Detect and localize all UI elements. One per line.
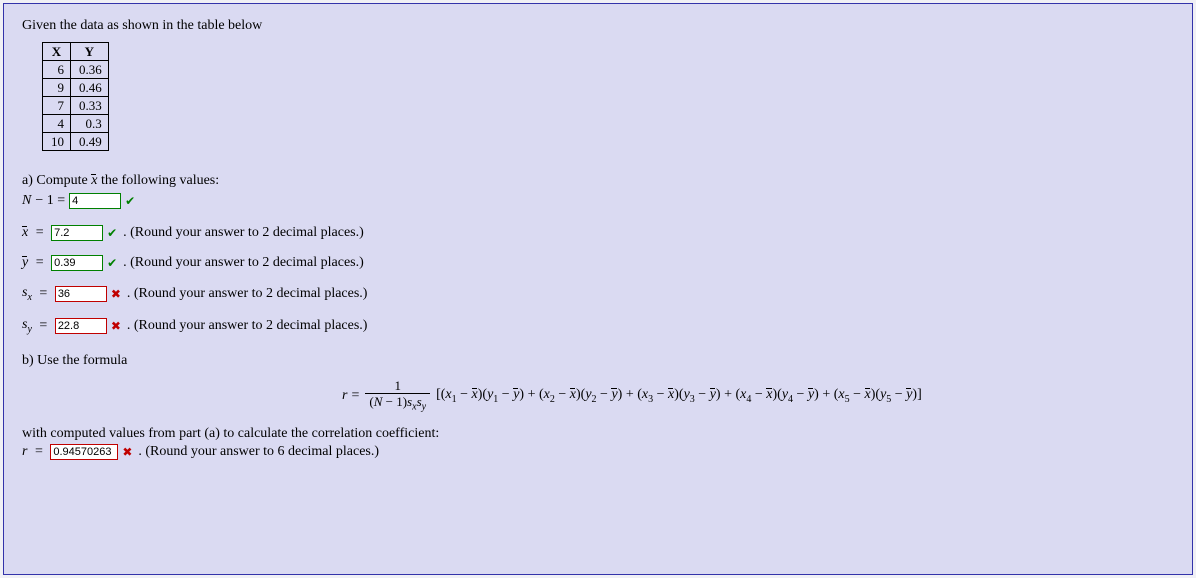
input-ybar[interactable] [51,255,103,271]
formula-fraction: 1 (N − 1)sxsy [365,379,430,413]
formula-num: 1 [390,379,405,393]
row-ybar: y = ✔ . (Round your answer to 2 decimal … [22,255,1174,271]
row-xbar: x = ✔ . (Round your answer to 2 decimal … [22,225,1174,241]
label-sx: sx [22,285,32,303]
input-sy[interactable] [55,318,107,334]
table-cell-x: 4 [43,115,71,133]
label-ybar: y [22,255,28,271]
part-b-postformula: with computed values from part (a) to ca… [22,426,1174,442]
formula-bracket: [(x1 − x)(y1 − y) + (x2 − x)(y2 − y) + (… [436,387,922,405]
table-cell-x: 6 [43,61,71,79]
check-icon: ✔ [107,227,119,239]
intro-text: Given the data as shown in the table bel… [22,18,1174,34]
table-cell-y: 0.36 [71,61,109,79]
formula: r = 1 (N − 1)sxsy [(x1 − x)(y1 − y) + (x… [22,379,1174,413]
row-sy: sy = ✖ . (Round your answer to 2 decimal… [22,317,1174,335]
hint-sy: . (Round your answer to 2 decimal places… [127,318,368,334]
cross-icon: ✖ [111,320,123,332]
part-a-prompt: a) Compute x the following values: [22,173,1174,189]
label-N: N [22,193,31,209]
formula-r: r [342,388,347,404]
table-cell-x: 9 [43,79,71,97]
label-minus1eq: − 1 = [35,193,65,209]
check-icon: ✔ [107,257,119,269]
col-header-y: Y [71,43,109,61]
label-xbar: x [22,225,28,241]
table-cell-y: 0.46 [71,79,109,97]
table-cell-x: 7 [43,97,71,115]
row-sx: sx = ✖ . (Round your answer to 2 decimal… [22,285,1174,303]
part-a-prefix: a) Compute [22,173,91,188]
xbar-symbol: x [91,173,97,189]
hint-xbar: . (Round your answer to 2 decimal places… [123,225,364,241]
table-cell-y: 0.33 [71,97,109,115]
label-sy: sy [22,317,32,335]
input-r[interactable] [50,444,118,460]
eq: = [36,318,51,334]
part-a-suffix: the following values: [97,173,219,188]
row-r: r = ✖ . (Round your answer to 6 decimal … [22,444,1174,460]
cross-icon: ✖ [122,446,134,458]
check-icon: ✔ [125,195,137,207]
cross-icon: ✖ [111,288,123,300]
label-r: r [22,444,27,460]
hint-ybar: . (Round your answer to 2 decimal places… [123,255,364,271]
input-sx[interactable] [55,286,107,302]
hint-sx: . (Round your answer to 2 decimal places… [127,286,368,302]
data-table: X Y 60.3690.4670.3340.3100.49 [42,42,109,151]
col-header-x: X [43,43,71,61]
formula-den: (N − 1)sxsy [365,393,430,413]
part-b-prompt: b) Use the formula [22,353,1174,369]
input-n-minus-1[interactable] [69,193,121,209]
row-n-minus-1: N − 1 = ✔ [22,193,1174,209]
formula-eq: = [351,388,359,404]
eq: = [31,444,46,460]
eq: = [32,225,47,241]
table-cell-y: 0.49 [71,133,109,151]
eq: = [36,286,51,302]
eq: = [32,255,47,271]
hint-r: . (Round your answer to 6 decimal places… [138,444,379,460]
table-cell-x: 10 [43,133,71,151]
question-panel: Given the data as shown in the table bel… [3,3,1193,575]
table-cell-y: 0.3 [71,115,109,133]
input-xbar[interactable] [51,225,103,241]
